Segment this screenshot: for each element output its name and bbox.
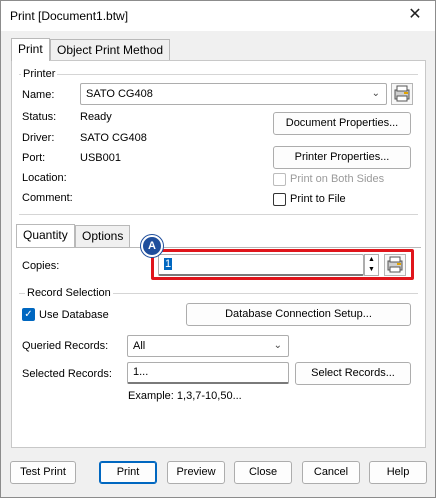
print-both-sides-checkbox[interactable] <box>273 173 286 186</box>
test-print-button[interactable]: Test Print <box>10 461 76 484</box>
printer-name-value: SATO CG408 <box>86 88 153 100</box>
chevron-down-icon: ⌄ <box>273 340 282 351</box>
driver-label: Driver: <box>22 132 55 144</box>
cancel-button[interactable]: Cancel <box>302 461 360 484</box>
use-database-label: Use Database <box>39 309 109 321</box>
print-both-sides-label: Print on Both Sides <box>290 173 385 185</box>
copies-input[interactable]: 1 <box>158 254 364 276</box>
help-button[interactable]: Help <box>369 461 427 484</box>
copies-label: Copies: <box>22 260 60 272</box>
close-icon[interactable]: ✕ <box>405 5 425 25</box>
tab-options-label: Options <box>82 229 124 243</box>
selected-records-label: Selected Records: <box>22 368 112 380</box>
port-label: Port: <box>22 152 46 164</box>
tab-print-label: Print <box>18 42 43 56</box>
tab-quantity-label: Quantity <box>23 228 68 242</box>
subtab-line <box>16 247 421 248</box>
print-button[interactable]: Print <box>99 461 157 484</box>
selected-records-input[interactable]: 1... <box>127 362 289 384</box>
annotation-badge: A <box>141 235 163 257</box>
queried-records-label: Queried Records: <box>22 340 109 352</box>
document-properties-button[interactable]: Document Properties... <box>273 112 411 135</box>
port-value: USB001 <box>80 152 121 164</box>
selected-records-value: 1... <box>133 366 149 378</box>
record-selection-label: Record Selection <box>25 287 113 299</box>
selected-records-example: Example: 1,3,7-10,50... <box>128 390 242 402</box>
comment-label: Comment: <box>22 192 73 204</box>
printer-properties-button[interactable]: Printer Properties... <box>273 146 411 169</box>
close-button[interactable]: Close <box>234 461 292 484</box>
queried-records-value: All <box>133 340 146 352</box>
location-label: Location: <box>22 172 67 184</box>
printer-settings-icon <box>394 85 410 102</box>
status-label: Status: <box>22 111 57 123</box>
chevron-down-icon: ⌄ <box>371 88 380 99</box>
printer-group-bottom <box>19 214 418 215</box>
window-title: Print [Document1.btw] <box>10 9 129 23</box>
tab-options[interactable]: Options <box>75 225 131 247</box>
printer-group-label: Printer <box>21 68 58 80</box>
tab-object-print-method[interactable]: Object Print Method <box>50 39 171 61</box>
copies-spinner[interactable]: ▲ ▼ <box>364 254 379 276</box>
preview-button[interactable]: Preview <box>167 461 225 484</box>
spin-up-icon[interactable]: ▲ <box>365 255 378 265</box>
use-database-checkbox[interactable]: ✓ <box>22 308 35 321</box>
copies-value: 1 <box>164 258 173 270</box>
name-label: Name: <box>22 89 55 101</box>
print-to-file-checkbox[interactable] <box>273 193 286 206</box>
print-dialog: Print [Document1.btw] ✕ Print Object Pri… <box>0 0 436 498</box>
printer-settings-icon <box>387 256 403 273</box>
print-to-file-label: Print to File <box>290 193 346 205</box>
status-value: Ready <box>80 111 112 123</box>
database-connection-setup-button[interactable]: Database Connection Setup... <box>186 303 411 326</box>
spin-down-icon[interactable]: ▼ <box>365 265 378 275</box>
printer-group-line <box>19 74 418 75</box>
copies-settings-button[interactable] <box>384 254 406 276</box>
title-bar: Print [Document1.btw] ✕ <box>1 1 435 31</box>
select-records-button[interactable]: Select Records... <box>295 362 411 385</box>
tab-print[interactable]: Print <box>11 38 50 61</box>
driver-value: SATO CG408 <box>80 132 147 144</box>
queried-records-select[interactable]: All ⌄ <box>127 335 289 357</box>
printer-name-select[interactable]: SATO CG408 ⌄ <box>80 83 387 105</box>
tab-object-print-method-label: Object Print Method <box>57 43 164 57</box>
tab-quantity[interactable]: Quantity <box>16 224 75 247</box>
printer-settings-button[interactable] <box>391 83 413 105</box>
